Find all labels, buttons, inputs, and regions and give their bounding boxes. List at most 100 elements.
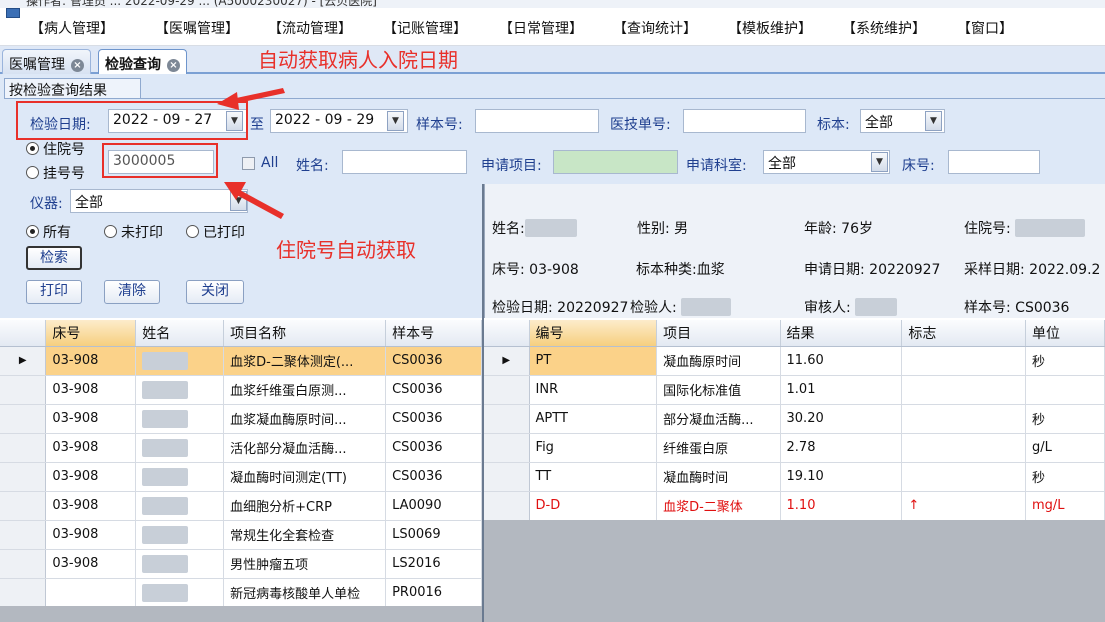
cell-result: 1.10 [780,491,903,521]
bed-input[interactable] [948,150,1040,174]
close-button[interactable]: 关闭 [186,280,244,304]
cell-sample: PR0016 [385,578,482,608]
radio-all-label: 所有 [43,225,71,241]
table-row[interactable]: 03-908 常规生化全套检查 LS0069 [0,520,482,550]
reviewer: 审核人: [804,297,898,317]
radio-register[interactable]: 挂号号 [26,163,85,183]
sample-no-input[interactable] [475,109,599,133]
table-row[interactable]: 03-908 男性肿瘤五项 LS2016 [0,549,482,579]
radio-printed[interactable]: 已打印 [186,222,245,242]
highlight-box-inpatient [102,143,218,178]
col-header-bed[interactable]: 床号 [45,320,137,347]
search-button[interactable]: 检索 [26,246,82,270]
clear-button[interactable]: 清除 [104,280,160,304]
table-row[interactable]: 03-908 凝血酶时间测定(TT) CS0036 [0,462,482,492]
tab-lab-query-label: 检验查询 [105,57,161,73]
age-value: 76岁 [841,221,873,237]
radio-unprinted-label: 未打印 [121,225,163,241]
all-checkbox[interactable] [242,157,255,170]
cell-flag [901,462,1026,492]
request-item-label: 申请项目: [481,158,542,174]
menu-patient[interactable]: 【病人管理】 [30,18,114,38]
name-input[interactable] [342,150,467,174]
menu-billing[interactable]: 【记账管理】 [383,18,467,38]
cell-item: 血浆D-二聚体测定(... [223,346,387,376]
chevron-down-icon[interactable]: ▼ [387,111,404,131]
tab-lab-query[interactable]: 检验查询 × [98,49,187,74]
table-row[interactable]: 03-908 活化部分凝血活酶... CS0036 [0,433,482,463]
specimen-label: 标本: [817,117,850,133]
tab-strip: 医嘱管理 × 检验查询 × [0,46,1105,74]
tester: 检验人: [630,297,732,317]
cell-name [135,520,225,550]
col-header-item[interactable]: 项目名称 [223,320,387,347]
cell-bed: 03-908 [45,520,137,550]
radio-unprinted[interactable]: 未打印 [104,222,163,242]
redacted-value [524,219,577,237]
med-tech-no-input[interactable] [683,109,806,133]
table-row[interactable]: D-D 血浆D-二聚体 1.10 ↑ mg/L [484,491,1105,521]
collect-date-value: 2022.09.2 [1029,262,1101,278]
col-header-result[interactable]: 结果 [780,320,903,347]
table-row[interactable]: ▶ PT 凝血酶原时间 11.60 秒 [484,346,1105,376]
radio-icon [26,166,39,179]
cell-unit: 秒 [1025,346,1105,376]
gender-value: 男 [674,221,689,237]
menu-query-stats[interactable]: 【查询统计】 [613,18,697,38]
cell-flag [901,404,1026,434]
table-row[interactable]: APTT 部分凝血活酶... 30.20 秒 [484,404,1105,434]
cell-item: 凝血酶时间 [656,462,781,492]
menu-flow[interactable]: 【流动管理】 [268,18,352,38]
menu-window[interactable]: 【窗口】 [957,18,1013,38]
cell-item: 血浆凝血酶原时间... [223,404,387,434]
radio-all[interactable]: 所有 [26,222,71,242]
sample-no-info-label: 样本号: [964,300,1011,316]
menu-orders[interactable]: 【医嘱管理】 [155,18,239,38]
close-icon[interactable]: × [71,59,84,72]
cell-unit [1025,375,1105,405]
table-row[interactable]: 新冠病毒核酸单人单检 PR0016 [0,578,482,608]
print-button[interactable]: 打印 [26,280,82,304]
cell-name [135,462,225,492]
radio-inpatient[interactable]: 住院号 [26,139,85,159]
right-result-grid: 编号 项目 结果 标志 单位 ▶ PT 凝血酶原时间 11.60 秒 INR 国际化标准值… [484,320,1105,521]
request-item-input[interactable] [553,150,678,174]
col-header-unit[interactable]: 单位 [1025,320,1105,347]
group-divider [4,98,1105,99]
chevron-down-icon[interactable]: ▼ [871,152,888,172]
cell-item: 男性肿瘤五项 [223,549,387,579]
table-row[interactable]: ▶ 03-908 血浆D-二聚体测定(... CS0036 [0,346,482,376]
menu-template[interactable]: 【模板维护】 [728,18,812,38]
close-icon[interactable]: × [167,59,180,72]
tab-orders[interactable]: 医嘱管理 × [2,49,91,74]
left-result-grid: 床号 姓名 项目名称 样本号 ▶ 03-908 血浆D-二聚体测定(... CS003… [0,320,482,622]
table-row[interactable]: 03-908 血浆凝血酶原时间... CS0036 [0,404,482,434]
col-header-sample[interactable]: 样本号 [385,320,482,347]
chevron-down-icon[interactable]: ▼ [925,111,942,131]
cell-item: 凝血酶原时间 [656,346,781,376]
table-row[interactable]: 03-908 血浆纤维蛋白原测... CS0036 [0,375,482,405]
cell-code: TT [529,462,658,492]
col-header-flag[interactable]: 标志 [901,320,1026,347]
request-date: 申请日期: 20220927 [804,259,940,279]
cell-unit: mg/L [1025,491,1105,521]
redacted-value [855,298,898,316]
redacted-value [1015,219,1086,237]
table-row[interactable]: INR 国际化标准值 1.01 [484,375,1105,405]
table-row[interactable]: TT 凝血酶时间 19.10 秒 [484,462,1105,492]
arrow-annotation-top [217,88,285,110]
col-header-name[interactable]: 姓名 [135,320,225,347]
radio-icon [104,225,117,238]
cell-item: 国际化标准值 [656,375,781,405]
query-group-label: 按检验查询结果 [4,78,141,99]
col-header-code[interactable]: 编号 [529,320,658,347]
table-row[interactable]: Fig 纤维蛋白原 2.78 g/L [484,433,1105,463]
cell-name [135,433,225,463]
menu-system[interactable]: 【系统维护】 [842,18,926,38]
all-label: All [261,155,279,171]
cell-name [135,404,225,434]
menu-daily[interactable]: 【日常管理】 [499,18,583,38]
table-row[interactable]: 03-908 血细胞分析+CRP LA0090 [0,491,482,521]
col-header-item[interactable]: 项目 [656,320,781,347]
cell-sample: CS0036 [385,404,482,434]
